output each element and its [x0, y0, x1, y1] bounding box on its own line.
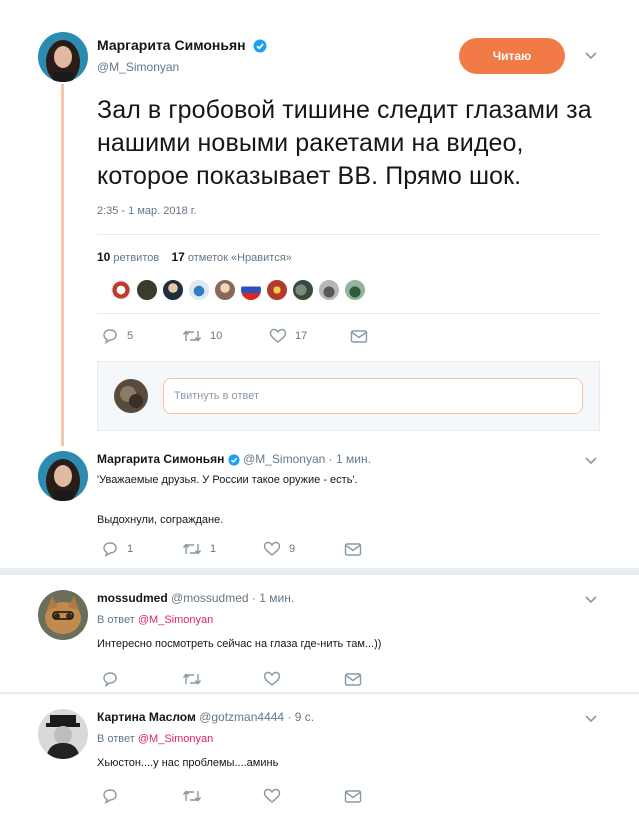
likes-stat[interactable]: 17 отметок «Нравится» [171, 250, 291, 264]
reply-button[interactable] [101, 671, 182, 687]
tweet-text: Интересно посмотреть сейчас на глаза где… [97, 638, 382, 650]
avatar[interactable] [38, 32, 88, 82]
author-handle[interactable]: @gotzman4444 [199, 710, 284, 724]
tweet-time[interactable]: 1 мин. [336, 452, 371, 466]
verified-icon [228, 454, 240, 466]
author-name[interactable]: Картина Маслом [97, 710, 196, 724]
reply-button[interactable]: 5 [101, 328, 182, 344]
author-handle[interactable]: @M_Simonyan [97, 60, 179, 74]
message-button[interactable] [344, 542, 362, 557]
like-icon [263, 671, 281, 686]
avatar[interactable] [110, 279, 132, 301]
avatar[interactable] [344, 279, 366, 301]
avatar[interactable] [266, 279, 288, 301]
reply-icon [103, 789, 117, 804]
tweet-actions [101, 671, 362, 687]
like-button[interactable]: 9 [263, 541, 344, 557]
reply-button[interactable]: 1 [101, 541, 182, 557]
avatar[interactable] [318, 279, 340, 301]
retweet-button[interactable] [182, 671, 263, 687]
tweet-actions: 5 10 17 [101, 328, 368, 344]
retweet-icon [182, 673, 202, 685]
chevron-down-icon[interactable] [584, 714, 598, 724]
reply-icon [103, 672, 117, 687]
reply-button[interactable] [101, 788, 182, 804]
avatar[interactable] [240, 279, 262, 301]
message-icon [344, 542, 362, 556]
reply-icon [103, 329, 117, 344]
author-name[interactable]: Маргарита Симоньян [97, 452, 224, 466]
avatar[interactable] [188, 279, 210, 301]
like-icon [263, 788, 281, 803]
like-button[interactable] [263, 788, 344, 804]
reply-tweet: mossudmed @mossudmed · 1 мин. В ответ @M… [0, 575, 639, 692]
chevron-down-icon[interactable] [584, 456, 598, 466]
avatar[interactable] [292, 279, 314, 301]
tweet-actions: 1 1 9 [101, 541, 362, 557]
tweet-text: Зал в гробовой тишине следит глазами за … [97, 96, 592, 190]
author-handle[interactable]: @M_Simonyan [243, 452, 325, 466]
retweet-button[interactable]: 10 [182, 328, 269, 344]
avatar[interactable] [38, 590, 88, 640]
mention-link[interactable]: @M_Simonyan [138, 733, 213, 745]
message-icon [344, 789, 362, 803]
message-button[interactable] [350, 329, 368, 344]
message-button[interactable] [344, 789, 362, 804]
like-icon [269, 328, 287, 343]
like-icon [263, 541, 281, 556]
mention-link[interactable]: @M_Simonyan [138, 614, 213, 626]
avatar[interactable] [114, 379, 148, 413]
avatar[interactable] [38, 709, 88, 759]
tweet-timestamp[interactable]: 2:35 - 1 мар. 2018 г. [97, 205, 197, 217]
message-button[interactable] [344, 672, 362, 687]
avatar[interactable] [162, 279, 184, 301]
follow-button[interactable]: Читаю [459, 38, 565, 74]
reply-tweet: Картина Маслом @gotzman4444 · 9 с. В отв… [0, 694, 639, 825]
like-button[interactable] [263, 671, 344, 687]
thread-line [61, 84, 64, 446]
chevron-down-icon[interactable] [584, 595, 598, 605]
retweets-stat[interactable]: 10 ретвитов [97, 250, 159, 264]
tweet-stats: 10 ретвитов 17 отметок «Нравится» [97, 250, 292, 264]
tweet-actions [101, 788, 362, 804]
message-icon [344, 672, 362, 686]
avatar[interactable] [136, 279, 158, 301]
author-handle[interactable]: @mossudmed [171, 591, 249, 605]
chevron-down-icon[interactable] [584, 51, 598, 61]
tweet-time[interactable]: 9 с. [295, 710, 314, 724]
verified-icon [253, 39, 266, 53]
main-tweet-card: Маргарита Симоньян @M_Simonyan Читаю Зал… [0, 0, 639, 568]
reply-to-line: В ответ @M_Simonyan [97, 733, 214, 745]
author-name[interactable]: mossudmed [97, 591, 168, 605]
avatar[interactable] [214, 279, 236, 301]
tweet-text: Выдохнули, сограждане. [97, 514, 224, 526]
liker-avatars [110, 279, 366, 301]
reply-to-line: В ответ @M_Simonyan [97, 614, 214, 626]
retweet-button[interactable]: 1 [182, 541, 263, 557]
message-icon [350, 329, 368, 343]
reply-icon [103, 542, 117, 557]
reply-input[interactable] [163, 378, 583, 414]
tweet-text: Хьюстон....у нас проблемы....аминь [97, 757, 279, 769]
retweet-icon [182, 330, 202, 342]
like-button[interactable]: 17 [269, 328, 350, 344]
retweet-icon [182, 543, 202, 555]
author-name[interactable]: Маргарита Симоньян [97, 37, 246, 53]
retweet-button[interactable] [182, 788, 263, 804]
reply-composer [97, 361, 600, 431]
tweet-text: 'Уважаемые друзья. У России такое оружие… [97, 474, 358, 486]
avatar[interactable] [38, 451, 88, 501]
retweet-icon [182, 790, 202, 802]
tweet-time[interactable]: 1 мин. [259, 591, 294, 605]
